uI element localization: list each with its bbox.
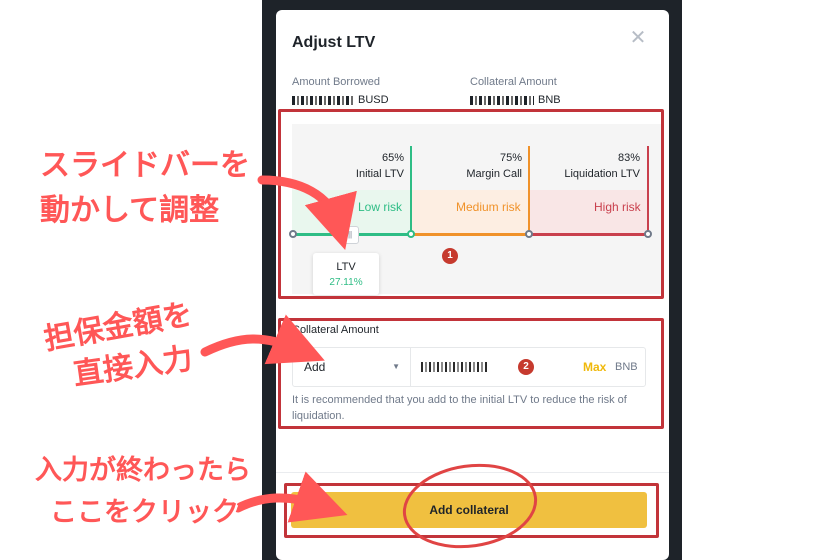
- note-button-line1: 入力が終わったら: [35, 455, 251, 486]
- arrow-to-button: [233, 471, 348, 523]
- arrow-to-input: [200, 314, 325, 365]
- arrow-to-slider: [257, 175, 357, 251]
- screenshot: Adjust LTV ✕ Amount Borrowed BUSD Collat…: [0, 0, 840, 560]
- hand-drawn-circle: [402, 463, 538, 549]
- note-button-line2: ここをクリック: [50, 497, 239, 528]
- note-slider-line1: スライドバーを: [40, 148, 250, 183]
- note-slider-line2: 動かして調整: [40, 193, 220, 228]
